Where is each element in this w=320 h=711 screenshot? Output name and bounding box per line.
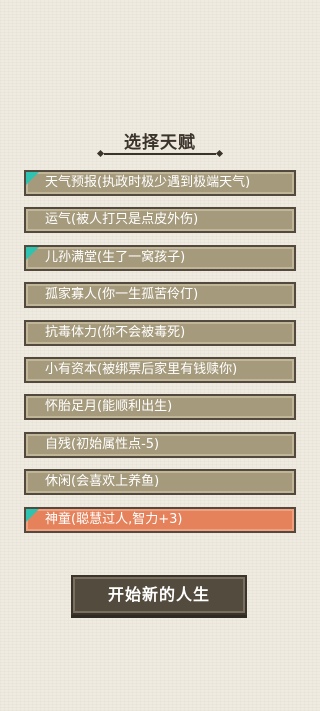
rarity-corner-icon (26, 172, 39, 185)
talent-label: 休闲(会喜欢上养鱼) (45, 474, 160, 490)
title-divider (104, 153, 216, 155)
talent-item[interactable]: 孤家寡人(你一生孤苦伶仃) (24, 282, 296, 309)
talent-label: 抗毒体力(你不会被毒死) (45, 324, 186, 340)
talent-label: 小有资本(被绑票后家里有钱赎你) (45, 361, 238, 377)
talent-item[interactable]: 天气预报(执政时极少遇到极端天气) (24, 170, 296, 196)
rarity-corner-icon (26, 508, 39, 522)
start-new-life-button[interactable]: 开始新的人生 (71, 575, 247, 615)
talent-list: 天气预报(执政时极少遇到极端天气) 运气(被人打只是点皮外伤) 儿孙满堂(生了一… (24, 170, 296, 544)
talent-item[interactable]: 怀胎足月(能顺利出生) (24, 394, 296, 421)
talent-item[interactable]: 神童(聪慧过人,智力+3) (24, 506, 296, 533)
talent-item[interactable]: 运气(被人打只是点皮外伤) (24, 207, 296, 234)
talent-label: 天气预报(执政时极少遇到极端天气) (45, 175, 251, 190)
talent-item[interactable]: 抗毒体力(你不会被毒死) (24, 319, 296, 346)
talent-label: 自残(初始属性点-5) (45, 436, 160, 452)
rarity-corner-icon (26, 246, 39, 260)
talent-label: 神童(聪慧过人,智力+3) (45, 511, 183, 527)
page-title: 选择天赋 (124, 133, 196, 153)
talent-label: 孤家寡人(你一生孤苦伶仃) (45, 287, 199, 303)
talent-label: 儿孙满堂(生了一窝孩子) (45, 249, 186, 265)
talent-label: 运气(被人打只是点皮外伤) (45, 212, 199, 228)
talent-item[interactable]: 儿孙满堂(生了一窝孩子) (24, 244, 296, 271)
talent-item[interactable]: 自残(初始属性点-5) (24, 431, 296, 458)
talent-item[interactable]: 休闲(会喜欢上养鱼) (24, 469, 296, 496)
talent-item[interactable]: 小有资本(被绑票后家里有钱赎你) (24, 356, 296, 383)
talent-label: 怀胎足月(能顺利出生) (45, 399, 173, 415)
